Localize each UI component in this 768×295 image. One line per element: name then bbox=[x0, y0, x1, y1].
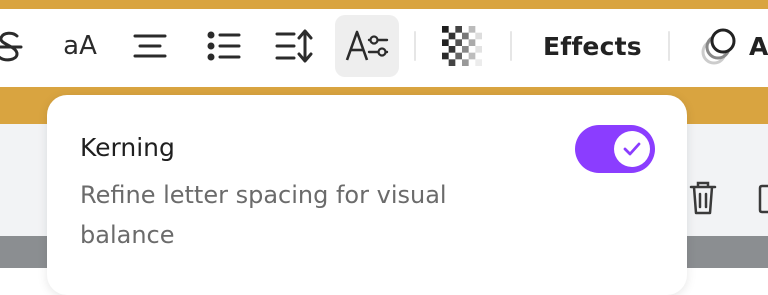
bullet-list-icon[interactable] bbox=[204, 23, 244, 69]
toolbar-divider bbox=[510, 31, 512, 61]
font-size-button[interactable]: aA bbox=[56, 23, 104, 69]
trash-icon[interactable] bbox=[688, 180, 718, 220]
strikethrough-icon[interactable] bbox=[0, 23, 28, 69]
font-size-label: aA bbox=[63, 31, 97, 61]
add-page-icon[interactable] bbox=[758, 184, 768, 218]
line-spacing-icon[interactable] bbox=[274, 23, 314, 69]
transparency-icon[interactable] bbox=[442, 23, 482, 69]
top-accent-band bbox=[0, 0, 768, 9]
toolbar-divider bbox=[668, 31, 670, 61]
toolbar-divider bbox=[414, 31, 416, 61]
toggle-knob bbox=[614, 131, 650, 167]
animate-icon[interactable] bbox=[700, 23, 740, 69]
kerning-title: Kerning bbox=[80, 133, 175, 162]
effects-button[interactable]: Effects bbox=[543, 32, 642, 61]
kerning-toggle[interactable] bbox=[575, 125, 655, 173]
text-spacing-icon bbox=[345, 30, 389, 61]
text-toolbar: aA Effects A bbox=[0, 9, 768, 87]
spacing-settings-button[interactable] bbox=[335, 15, 399, 77]
checkmark-icon bbox=[623, 142, 641, 156]
kerning-description: Refine letter spacing for visual balance bbox=[80, 181, 447, 249]
animate-button-label[interactable]: A bbox=[749, 32, 768, 61]
text-align-icon[interactable] bbox=[130, 23, 170, 69]
kerning-popover: Kerning Refine letter spacing for visual… bbox=[47, 95, 687, 295]
